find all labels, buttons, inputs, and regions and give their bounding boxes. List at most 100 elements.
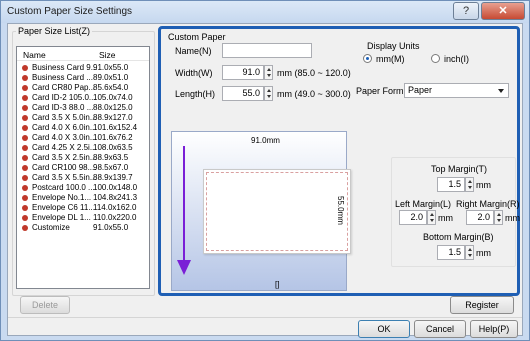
paper-name: Envelope No.1... bbox=[32, 193, 92, 202]
delete-button[interactable]: Delete bbox=[20, 296, 70, 314]
list-item[interactable]: Card ID-2 105.0... 105.0x74.0 bbox=[19, 93, 149, 103]
right-margin-unit: mm bbox=[505, 213, 520, 223]
paper-name: Card 3.5 X 5.5in... bbox=[32, 173, 97, 182]
length-range: mm (49.0 ~ 300.0) bbox=[277, 89, 351, 99]
width-spinner[interactable] bbox=[264, 65, 273, 80]
left-margin-input[interactable]: 2.0 bbox=[399, 210, 427, 225]
list-item[interactable]: Card 3.5 X 5.0in... 88.9x127.0 bbox=[19, 113, 149, 123]
paper-name: Card 3.5 X 2.5in... bbox=[32, 153, 97, 162]
paper-size-bullet-icon bbox=[22, 215, 28, 221]
list-item[interactable]: Card 3.5 X 5.5in... 88.9x139.7 bbox=[19, 173, 149, 183]
paper-form-value: Paper bbox=[408, 85, 433, 95]
paper-name: Card 4.0 X 3.0in... bbox=[32, 133, 97, 142]
top-margin-label: Top Margin(T) bbox=[431, 164, 488, 174]
paper-name: Card 3.5 X 5.0in... bbox=[32, 113, 97, 122]
bottom-margin-input[interactable]: 1.5 bbox=[437, 245, 465, 260]
paper-size-bullet-icon bbox=[22, 195, 28, 201]
paper-name: Card ID-3 88.0 ... bbox=[32, 103, 94, 112]
paper-name: Card CR80 Pap... bbox=[32, 83, 96, 92]
paper-size: 88.9x127.0 bbox=[93, 113, 133, 122]
length-label: Length(H) bbox=[175, 89, 216, 99]
paper-size-bullet-icon bbox=[22, 115, 28, 121]
right-margin-spinner[interactable] bbox=[494, 210, 503, 225]
column-header-size[interactable]: Size bbox=[99, 50, 116, 60]
paper-size: 110.0x220.0 bbox=[93, 213, 137, 222]
list-item[interactable]: Card 4.0 X 6.0in... 101.6x152.4 bbox=[19, 123, 149, 133]
inch-radio[interactable] bbox=[431, 54, 440, 63]
list-item[interactable]: Card CR80 Pap... 85.6x54.0 bbox=[19, 83, 149, 93]
paper-size-list-label: Paper Size List(Z) bbox=[16, 26, 93, 36]
length-input[interactable]: 55.0 bbox=[222, 86, 264, 101]
top-margin-spinner[interactable] bbox=[465, 177, 474, 192]
dialog-window: Custom Paper Size Settings ? ✕ Paper Siz… bbox=[0, 0, 530, 341]
paper-size: 108.0x63.5 bbox=[93, 143, 133, 152]
mm-radio[interactable] bbox=[363, 54, 372, 63]
top-margin-input[interactable]: 1.5 bbox=[437, 177, 465, 192]
help-title-button[interactable]: ? bbox=[453, 2, 479, 20]
feed-direction-arrow-icon bbox=[177, 146, 191, 275]
left-margin-spinner[interactable] bbox=[427, 210, 436, 225]
mm-radio-label[interactable]: mm(M) bbox=[376, 54, 405, 64]
list-item[interactable]: Customize 91.0x55.0 bbox=[19, 223, 149, 233]
width-input[interactable]: 91.0 bbox=[222, 65, 264, 80]
paper-size: 100.0x148.0 bbox=[93, 183, 138, 192]
preview-width-text: 91.0mm bbox=[251, 136, 280, 145]
ok-button[interactable]: OK bbox=[358, 320, 410, 338]
paper-size-bullet-icon bbox=[22, 185, 28, 191]
paper-size-bullet-icon bbox=[22, 95, 28, 101]
list-item[interactable]: Card 3.5 X 2.5in... 88.9x63.5 bbox=[19, 153, 149, 163]
paper-size-bullet-icon bbox=[22, 225, 28, 231]
list-item[interactable]: Envelope DL 1... 110.0x220.0 bbox=[19, 213, 149, 223]
paper-size-bullet-icon bbox=[22, 175, 28, 181]
list-item[interactable]: Business Card 9... 91.0x55.0 bbox=[19, 63, 149, 73]
list-item[interactable]: Card 4.0 X 3.0in... 101.6x76.2 bbox=[19, 133, 149, 143]
close-button[interactable]: ✕ bbox=[481, 2, 525, 20]
paper-size: 88.9x139.7 bbox=[93, 173, 133, 182]
paper-size-bullet-icon bbox=[22, 205, 28, 211]
paper-name: Postcard 100.0 ... bbox=[32, 183, 95, 192]
help-button[interactable]: Help(P) bbox=[470, 320, 518, 338]
list-item[interactable]: Envelope C6 11... 114.0x162.0 bbox=[19, 203, 149, 213]
list-item[interactable]: Business Card ... 89.0x51.0 bbox=[19, 73, 149, 83]
paper-name: Business Card ... bbox=[32, 73, 93, 82]
right-margin-input[interactable]: 2.0 bbox=[466, 210, 494, 225]
top-margin-unit: mm bbox=[476, 180, 491, 190]
dialog-client: Paper Size List(Z) Name Size Business Ca… bbox=[7, 23, 523, 338]
printable-area bbox=[206, 172, 348, 251]
paper-size-bullet-icon bbox=[22, 65, 28, 71]
list-item[interactable]: Card CR100 98.... 98.5x67.0 bbox=[19, 163, 149, 173]
paper-size: 88.0x125.0 bbox=[93, 103, 133, 112]
inch-radio-label[interactable]: inch(I) bbox=[444, 54, 469, 64]
paper-size-bullet-icon bbox=[22, 85, 28, 91]
paper-name: Customize bbox=[32, 223, 70, 232]
column-header-name[interactable]: Name bbox=[23, 50, 46, 60]
footer-divider bbox=[8, 317, 522, 318]
paper-name: Card CR100 98.... bbox=[32, 163, 97, 172]
bottom-margin-label: Bottom Margin(B) bbox=[423, 232, 494, 242]
paper-size-bullet-icon bbox=[22, 125, 28, 131]
list-item[interactable]: Postcard 100.0 ... 100.0x148.0 bbox=[19, 183, 149, 193]
list-item[interactable]: Card 4.25 X 2.5i... 108.0x63.5 bbox=[19, 143, 149, 153]
bottom-margin-spinner[interactable] bbox=[465, 245, 474, 260]
name-input[interactable] bbox=[222, 43, 312, 58]
chevron-down-icon bbox=[498, 89, 504, 93]
paper-size: 91.0x55.0 bbox=[93, 63, 129, 72]
left-margin-label: Left Margin(L) bbox=[395, 199, 452, 209]
paper-size-list[interactable]: Name Size Business Card 9... 91.0x55.0 Bus… bbox=[16, 46, 150, 289]
display-units-label: Display Units bbox=[367, 41, 420, 51]
paper-name: Envelope C6 11... bbox=[32, 203, 96, 212]
paper-size: 101.6x152.4 bbox=[93, 123, 138, 132]
paper-size: 85.6x54.0 bbox=[93, 83, 129, 92]
title-bar[interactable]: Custom Paper Size Settings ? ✕ bbox=[1, 1, 529, 23]
list-item[interactable]: Envelope No.1... 104.8x241.3 bbox=[19, 193, 149, 203]
length-spinner[interactable] bbox=[264, 86, 273, 101]
paper-size: 98.5x67.0 bbox=[93, 163, 129, 172]
paper-size: 101.6x76.2 bbox=[93, 133, 133, 142]
paper-form-select[interactable]: Paper bbox=[404, 83, 509, 98]
paper-size: 91.0x55.0 bbox=[93, 223, 129, 232]
list-item[interactable]: Card ID-3 88.0 ... 88.0x125.0 bbox=[19, 103, 149, 113]
cancel-button[interactable]: Cancel bbox=[414, 320, 466, 338]
paper-name: Card 4.0 X 6.0in... bbox=[32, 123, 97, 132]
register-button[interactable]: Register bbox=[450, 296, 514, 314]
paper-size-bullet-icon bbox=[22, 145, 28, 151]
